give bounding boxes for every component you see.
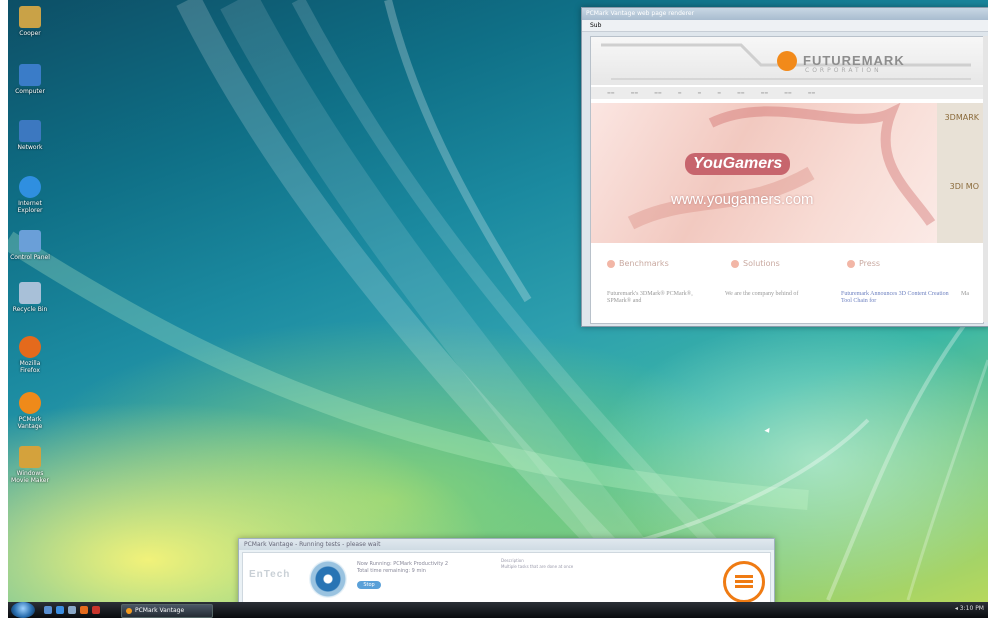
description-text: Multiple tasks that are done at once: [501, 564, 574, 569]
pcmark-running-dialog[interactable]: PCMark Vantage - Running tests - please …: [238, 538, 775, 602]
nav-item[interactable]: ▬▬: [607, 87, 615, 99]
movie-maker-icon: [19, 446, 41, 468]
user-folder-icon: [19, 6, 41, 28]
desktop-icon-control-panel[interactable]: Control Panel: [10, 230, 50, 261]
desktop-icon-movie-maker[interactable]: Windows Movie Maker: [10, 446, 50, 484]
side-ads[interactable]: 3DMARK 3DI MO: [937, 103, 983, 243]
network-icon: [19, 120, 41, 142]
pcmark-logo-icon: [723, 561, 765, 602]
ie-quicklaunch-icon[interactable]: [56, 606, 64, 614]
futuremark-logo-sub: CORPORATION: [805, 67, 882, 74]
progress-disc-icon: [309, 560, 347, 598]
nav-item[interactable]: ▬▬: [654, 87, 662, 99]
side-ad-1: 3DMARK: [944, 113, 979, 122]
pcmark-icon: [19, 392, 41, 414]
internet-explorer-icon: [19, 176, 41, 198]
system-tray[interactable]: ◂ 3:10 PM: [955, 605, 984, 612]
side-ad-2: 3DI MO: [949, 182, 979, 191]
yougamers-logo: YouGamers: [685, 153, 791, 175]
nav-item[interactable]: ▬▬: [737, 87, 745, 99]
entech-logo: EnTech: [249, 569, 291, 580]
site-nav: ▬▬ ▬▬ ▬▬ ▬ ▬ ▬ ▬▬ ▬▬ ▬▬ ▬▬: [591, 87, 983, 99]
futuremark-logo[interactable]: FUTUREMARK: [803, 53, 905, 68]
nav-item[interactable]: ▬▬: [784, 87, 792, 99]
now-running-text: Now Running: PCMark Productivity 2: [357, 561, 449, 567]
browser-title-bar[interactable]: PCMark Vantage web page renderer: [582, 8, 988, 20]
nav-item[interactable]: ▬: [678, 87, 682, 99]
description-block: Description Multiple tasks that are done…: [501, 558, 691, 570]
section-solutions[interactable]: Solutions: [731, 259, 780, 268]
browser-window[interactable]: PCMark Vantage web page renderer Sub FUT…: [581, 7, 988, 327]
show-desktop-icon[interactable]: [44, 606, 52, 614]
desktop-icon-computer[interactable]: Computer: [10, 64, 50, 95]
recycle-bin-icon: [19, 282, 41, 304]
computer-icon: [19, 64, 41, 86]
firefox-icon: [19, 336, 41, 358]
switch-windows-icon[interactable]: [68, 606, 76, 614]
desktop: Cooper Computer Network Internet Explore…: [8, 0, 988, 602]
dialog-title[interactable]: PCMark Vantage - Running tests - please …: [239, 539, 774, 550]
stop-button[interactable]: Stop: [357, 581, 381, 589]
desktop-icon-recycle-bin[interactable]: Recycle Bin: [10, 282, 50, 313]
nav-item[interactable]: ▬: [697, 87, 701, 99]
futuremark-logo-icon: [777, 51, 797, 71]
run-info: Now Running: PCMark Productivity 2 Total…: [357, 561, 448, 575]
sections-bar: Benchmarks Solutions Press: [591, 251, 983, 281]
futuremark-header: FUTUREMARK CORPORATION: [591, 37, 983, 85]
taskbar: PCMark Vantage ◂ 3:10 PM: [8, 602, 988, 618]
nav-item[interactable]: ▬▬: [761, 87, 769, 99]
section-bullet-icon: [847, 259, 855, 268]
browser-menu-bar: Sub: [582, 20, 988, 32]
section-benchmarks[interactable]: Benchmarks: [607, 259, 669, 268]
text-column-3[interactable]: Futuremark Announces 3D Content Creation…: [841, 291, 951, 305]
text-column-4: Ma: [961, 291, 969, 297]
web-page: FUTUREMARK CORPORATION ▬▬ ▬▬ ▬▬ ▬ ▬ ▬ ▬▬…: [590, 36, 984, 324]
desktop-icon-firefox[interactable]: Mozilla Firefox: [10, 336, 50, 374]
start-button[interactable]: [11, 602, 35, 618]
menu-sub[interactable]: Sub: [590, 22, 601, 29]
nav-item[interactable]: ▬▬: [808, 87, 816, 99]
control-panel-icon: [19, 230, 41, 252]
dialog-body: EnTech Now Running: PCMark Productivity …: [242, 552, 771, 602]
quicklaunch-icon[interactable]: [92, 606, 100, 614]
text-column-2: We are the company behind of: [725, 291, 799, 297]
desktop-icon-cooper[interactable]: Cooper: [10, 6, 50, 37]
taskbar-button-pcmark[interactable]: PCMark Vantage: [121, 604, 213, 618]
desktop-icon-internet-explorer[interactable]: Internet Explorer: [10, 176, 50, 214]
time-remaining-text: Total time remaining: 9 min: [357, 568, 426, 574]
section-press[interactable]: Press: [847, 259, 880, 268]
desktop-icon-network[interactable]: Network: [10, 120, 50, 151]
yougamers-banner[interactable]: YouGamers www.yougamers.com: [591, 103, 937, 243]
yougamers-url: www.yougamers.com: [671, 191, 814, 208]
nav-item[interactable]: ▬: [717, 87, 721, 99]
section-bullet-icon: [607, 259, 615, 268]
screen-frame: Cooper Computer Network Internet Explore…: [8, 0, 988, 618]
browser-scrollbar[interactable]: [983, 36, 988, 322]
section-bullet-icon: [731, 259, 739, 268]
nav-item[interactable]: ▬▬: [631, 87, 639, 99]
firefox-quicklaunch-icon[interactable]: [80, 606, 88, 614]
text-column-1: Futuremark's 3DMark® PCMark®, SPMark® an…: [607, 291, 693, 304]
pcmark-task-icon: [126, 607, 132, 614]
desktop-icon-pcmark[interactable]: PCMark Vantage: [10, 392, 50, 430]
mouse-cursor-icon: [764, 427, 772, 435]
